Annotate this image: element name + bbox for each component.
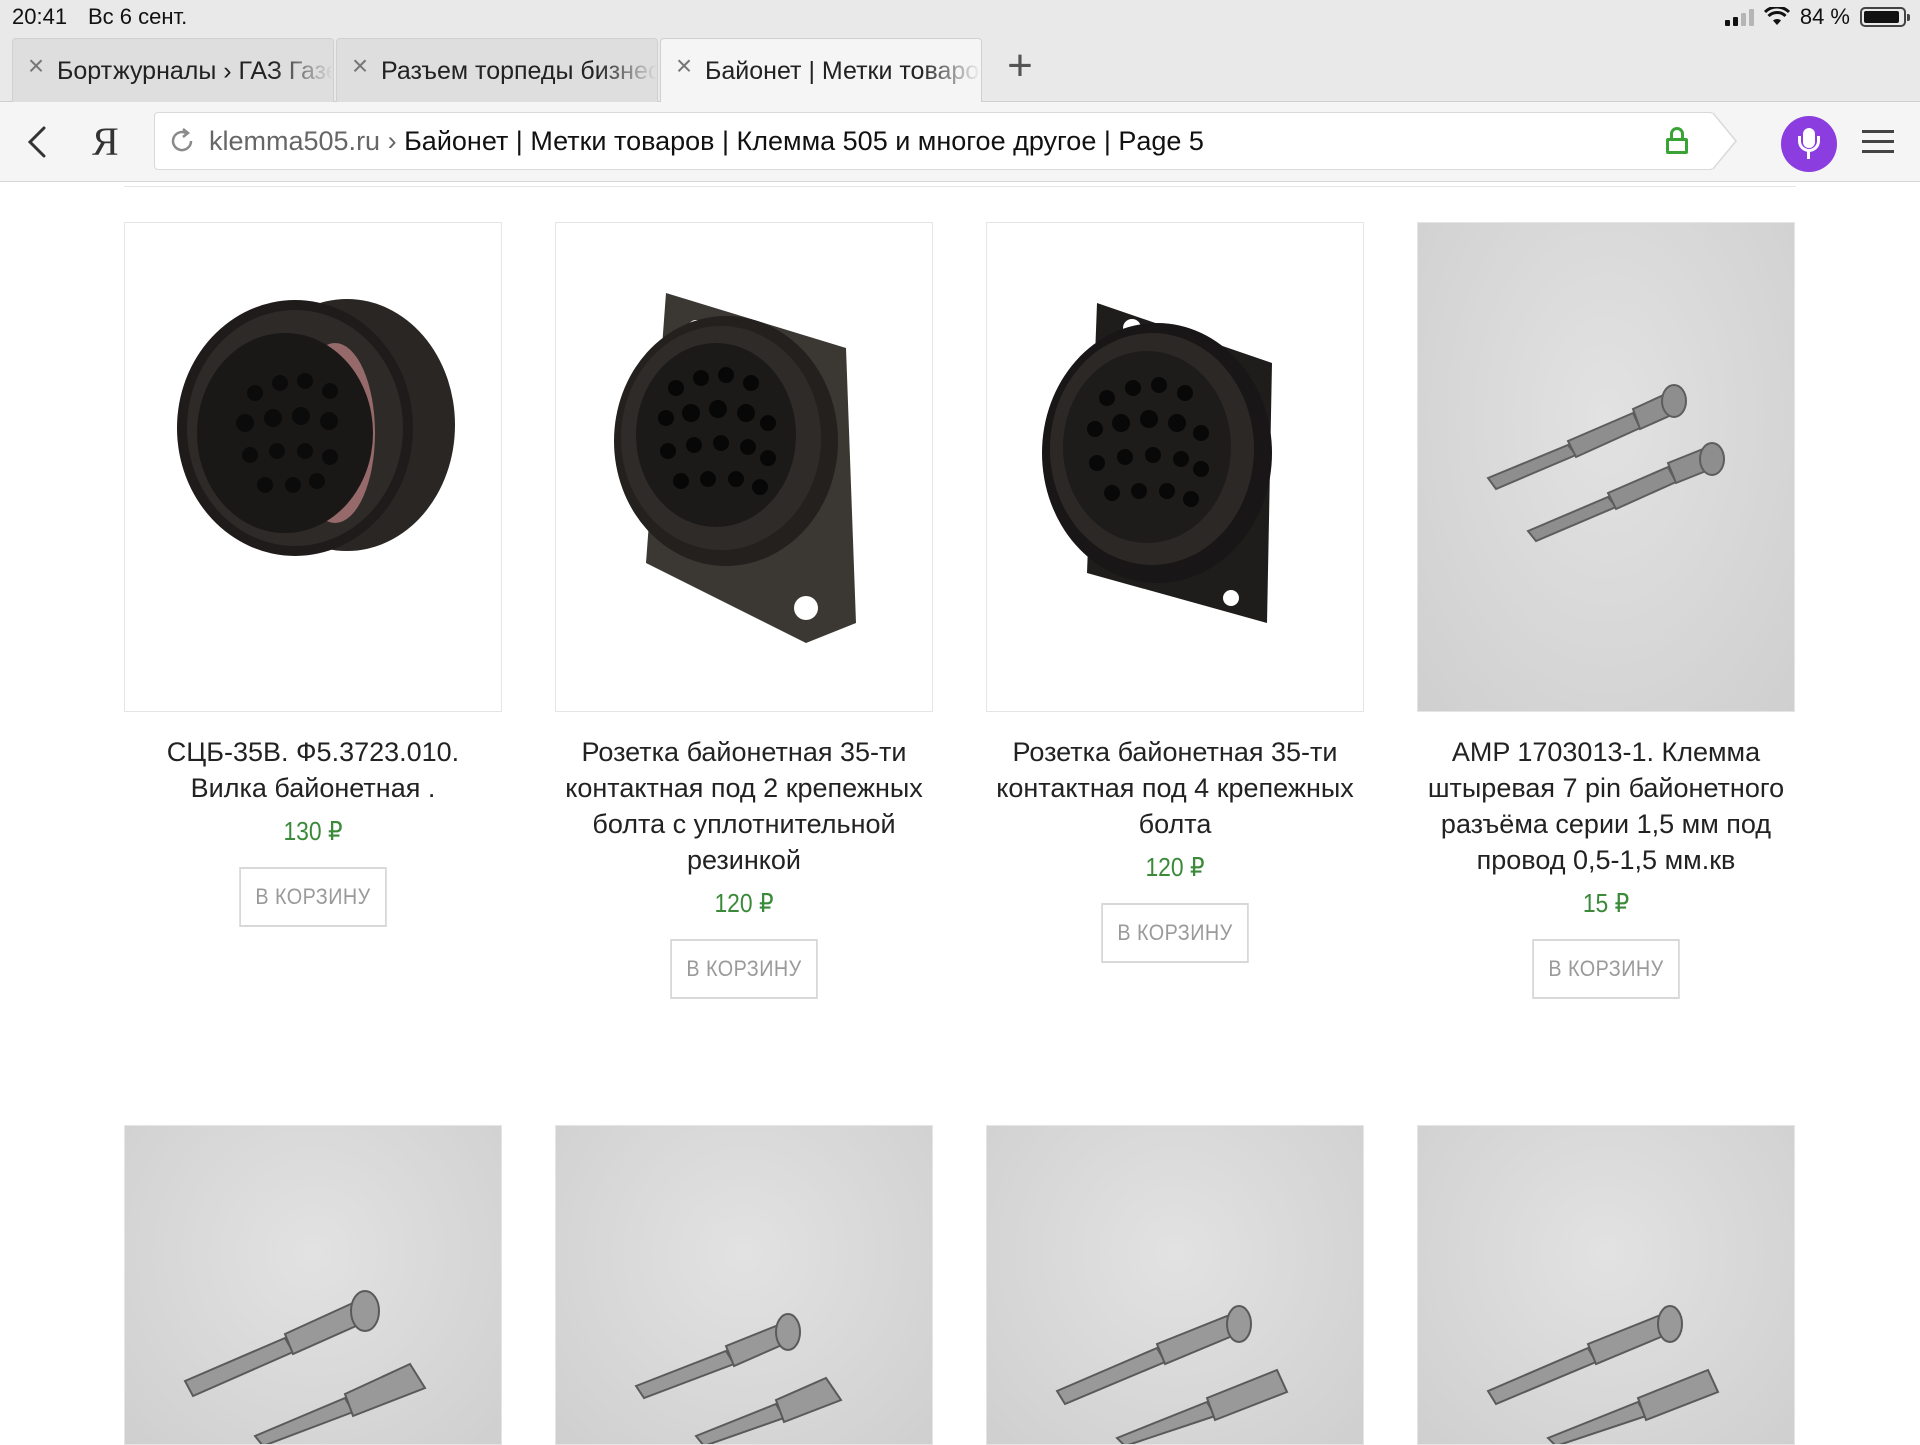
close-tab-icon[interactable]: ×: [349, 52, 371, 80]
product-image[interactable]: [986, 1125, 1364, 1445]
add-to-cart-button[interactable]: В КОРЗИНУ: [1532, 939, 1680, 999]
product-card: [124, 1125, 502, 1445]
status-indicators: 84 %: [1724, 4, 1910, 30]
product-price: 130 ₽: [283, 816, 343, 846]
back-arrow-icon[interactable]: [20, 124, 56, 160]
product-image[interactable]: [1417, 1125, 1795, 1445]
tab-bayonet[interactable]: × Байонет | Метки товаров: [660, 38, 982, 103]
close-tab-icon[interactable]: ×: [25, 52, 47, 80]
product-image[interactable]: [555, 222, 933, 712]
product-card: [1417, 1125, 1795, 1445]
product-card: СЦБ-35В. Ф5.3723.010. Вилка байонетная .…: [124, 222, 502, 927]
new-tab-plus-icon[interactable]: +: [1000, 44, 1040, 88]
url-domain: klemma505.ru: [209, 126, 381, 156]
close-tab-icon[interactable]: ×: [673, 52, 695, 80]
browser-toolbar: Я klemma505.ru › Байонет | Метки товаров…: [0, 102, 1920, 182]
status-time: 20:41: [12, 4, 68, 29]
divider: [124, 186, 1796, 187]
wifi-icon: [1763, 7, 1790, 25]
product-price: 15 ₽: [1582, 888, 1630, 918]
add-to-cart-button[interactable]: В КОРЗИНУ: [239, 867, 387, 927]
secure-lock-icon[interactable]: [1665, 127, 1689, 155]
product-card: Розетка байонетная 35-ти контактная под …: [555, 222, 933, 999]
product-card: AMP 1703013-1. Клемма штыревая 7 pin бай…: [1417, 222, 1795, 999]
cellular-signal-icon: [1724, 8, 1754, 26]
yandex-logo[interactable]: Я: [92, 118, 119, 165]
product-title[interactable]: AMP 1703013-1. Клемма штыревая 7 pin бай…: [1417, 734, 1795, 878]
reload-icon[interactable]: [167, 126, 197, 156]
product-card: [555, 1125, 933, 1445]
product-image[interactable]: [1417, 222, 1795, 712]
product-title[interactable]: Розетка байонетная 35-ти контактная под …: [986, 734, 1364, 842]
tab-bortzhurnaly[interactable]: × Бортжурналы › ГАЗ Газель: [12, 38, 334, 102]
page-content: СЦБ-35В. Ф5.3723.010. Вилка байонетная .…: [0, 182, 1920, 1445]
hamburger-menu-icon[interactable]: [1862, 130, 1894, 154]
address-bar[interactable]: klemma505.ru › Байонет | Метки товаров |…: [154, 112, 1737, 170]
status-bar: 20:41 Вс 6 сент. 84 %: [0, 0, 1920, 34]
url-separator: ›: [380, 126, 405, 156]
voice-assistant-microphone-icon[interactable]: [1781, 116, 1837, 172]
product-image[interactable]: [124, 1125, 502, 1445]
product-card: [986, 1125, 1364, 1445]
tab-razem-torpedy[interactable]: × Разъем торпеды бизнес: [336, 38, 658, 102]
product-card: Розетка байонетная 35-ти контактная под …: [986, 222, 1364, 963]
product-image[interactable]: [124, 222, 502, 712]
url-page-title: Байонет | Метки товаров | Клемма 505 и м…: [404, 126, 1204, 156]
battery-percent: 84 %: [1799, 4, 1850, 29]
status-date: Вс 6 сент.: [88, 4, 188, 29]
product-title[interactable]: Розетка байонетная 35-ти контактная под …: [555, 734, 933, 878]
add-to-cart-button[interactable]: В КОРЗИНУ: [1101, 903, 1249, 963]
product-price: 120 ₽: [1145, 852, 1205, 882]
product-image[interactable]: [986, 222, 1364, 712]
url-text[interactable]: klemma505.ru › Байонет | Метки товаров |…: [209, 126, 1204, 157]
add-to-cart-button[interactable]: В КОРЗИНУ: [670, 939, 818, 999]
product-title[interactable]: СЦБ-35В. Ф5.3723.010. Вилка байонетная .: [124, 734, 502, 806]
battery-icon: [1860, 7, 1910, 27]
product-image[interactable]: [555, 1125, 933, 1445]
product-price: 120 ₽: [714, 888, 774, 918]
tab-strip: × Бортжурналы › ГАЗ Газель × Разъем торп…: [0, 34, 1920, 103]
